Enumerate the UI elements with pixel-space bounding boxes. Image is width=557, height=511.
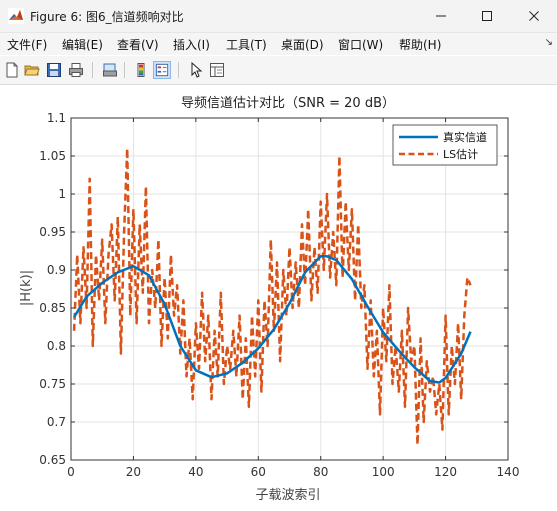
- matlab-app-icon: [8, 8, 24, 24]
- menu-insert[interactable]: 插入(I): [173, 36, 210, 53]
- new-figure-button[interactable]: [3, 61, 21, 79]
- menu-file[interactable]: 文件(F): [7, 36, 47, 53]
- tick-labels: 0 20 40 60 80 100 120 140 0.65 0.7 0.75 0.8 0.85 0.9 0…: [39, 111, 519, 479]
- toolbar-separator: [178, 62, 179, 78]
- print-preview-button[interactable]: [101, 61, 119, 79]
- menu-tools[interactable]: 工具(T): [226, 36, 267, 53]
- legend-label-true-channel: 真实信道: [443, 130, 487, 144]
- colorbar-icon: [137, 63, 145, 77]
- menu-desktop[interactable]: 桌面(D): [281, 36, 324, 53]
- close-icon: [529, 11, 539, 21]
- x-tick-label: 100: [372, 465, 395, 479]
- legend[interactable]: 真实信道 LS估计: [392, 124, 498, 166]
- window-title: Figure 6: 图6_信道频响对比: [30, 10, 184, 24]
- channel-response-chart[interactable]: 0 20 40 60 80 100 120 140 0.65 0.7 0.75 0.8 0.85 0.9 0…: [0, 85, 557, 507]
- y-tick-label: 0.95: [39, 225, 66, 239]
- property-inspector-icon: [210, 63, 224, 77]
- x-tick-label: 60: [251, 465, 266, 479]
- y-tick-label: 0.75: [39, 377, 66, 391]
- open-file-button[interactable]: [23, 61, 41, 79]
- x-tick-label: 0: [67, 465, 75, 479]
- y-tick-label: 1: [58, 187, 66, 201]
- menu-window[interactable]: 窗口(W): [338, 36, 383, 53]
- window-titlebar: Figure 6: 图6_信道频响对比: [0, 0, 557, 33]
- save-button[interactable]: [45, 61, 63, 79]
- x-tick-label: 120: [434, 465, 457, 479]
- chart-title: 导频信道估计对比（SNR = 20 dB）: [181, 96, 395, 111]
- x-tick-label: 140: [497, 465, 520, 479]
- print-button[interactable]: [67, 61, 85, 79]
- y-tick-label: 0.8: [47, 339, 66, 353]
- close-button[interactable]: [511, 0, 557, 32]
- menu-view[interactable]: 查看(V): [117, 36, 159, 53]
- menu-bar: 文件(F) 编辑(E) 查看(V) 插入(I) 工具(T) 桌面(D) 窗口(W…: [0, 33, 557, 55]
- toolbar-separator: [124, 62, 125, 78]
- menu-edit[interactable]: 编辑(E): [62, 36, 103, 53]
- y-tick-label: 0.9: [47, 263, 66, 277]
- new-figure-icon: [6, 62, 18, 78]
- legend-button[interactable]: [153, 61, 171, 79]
- pointer-icon: [191, 62, 203, 78]
- x-tick-label: 80: [313, 465, 328, 479]
- maximize-button[interactable]: [464, 0, 510, 32]
- pointer-button[interactable]: [187, 61, 205, 79]
- save-icon: [47, 63, 61, 77]
- x-axis-label: 子载波索引: [255, 488, 320, 503]
- maximize-icon: [482, 11, 492, 21]
- menu-overflow-arrow[interactable]: ↘: [545, 37, 553, 48]
- y-tick-label: 0.65: [39, 453, 66, 467]
- y-tick-label: 1.05: [39, 149, 66, 163]
- menu-help[interactable]: 帮助(H): [399, 36, 441, 53]
- x-tick-label: 20: [126, 465, 141, 479]
- legend-label-ls-estimate: LS估计: [443, 148, 478, 161]
- y-axis-label: |H(k)|: [19, 270, 34, 306]
- y-tick-label: 0.85: [39, 301, 66, 315]
- open-file-icon: [24, 65, 40, 76]
- colorbar-button[interactable]: [132, 61, 150, 79]
- x-tick-label: 40: [188, 465, 203, 479]
- figure-toolbar: [0, 56, 557, 85]
- y-tick-label: 1.1: [47, 111, 66, 125]
- print-preview-icon: [103, 63, 117, 77]
- toolbar-separator: [92, 62, 93, 78]
- figure-canvas: 0 20 40 60 80 100 120 140 0.65 0.7 0.75 0.8 0.85 0.9 0…: [0, 85, 557, 507]
- property-inspector-button[interactable]: [208, 61, 226, 79]
- minimize-button[interactable]: [418, 0, 464, 32]
- y-tick-label: 0.7: [47, 415, 66, 429]
- legend-icon: [155, 63, 169, 77]
- minimize-icon: [436, 15, 446, 17]
- print-icon: [69, 63, 83, 77]
